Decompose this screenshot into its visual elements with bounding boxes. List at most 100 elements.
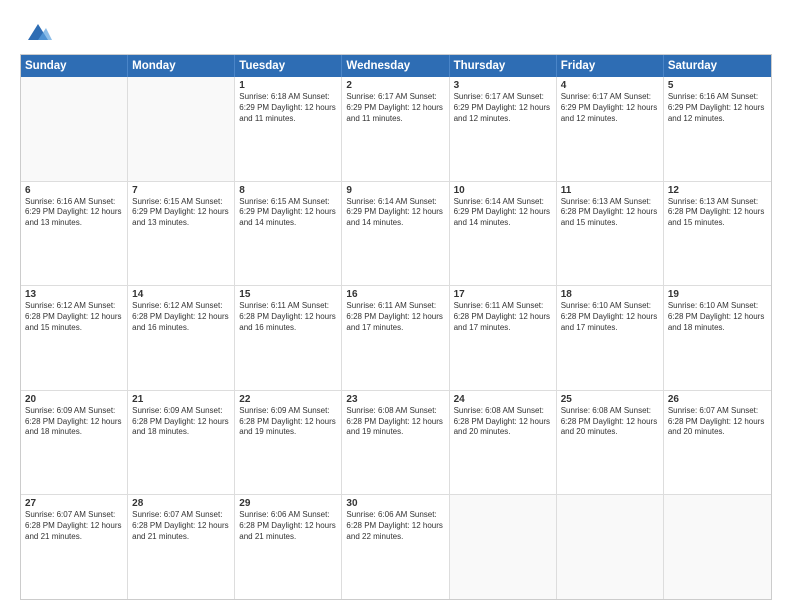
day-number: 4 xyxy=(561,80,659,91)
cal-cell: 12Sunrise: 6:13 AM Sunset: 6:28 PM Dayli… xyxy=(664,182,771,286)
cal-cell: 18Sunrise: 6:10 AM Sunset: 6:28 PM Dayli… xyxy=(557,286,664,390)
day-number: 18 xyxy=(561,289,659,300)
cal-cell: 6Sunrise: 6:16 AM Sunset: 6:29 PM Daylig… xyxy=(21,182,128,286)
calendar-header-row: SundayMondayTuesdayWednesdayThursdayFrid… xyxy=(21,55,771,77)
cal-header-cell: Tuesday xyxy=(235,55,342,77)
cell-text: Sunrise: 6:08 AM Sunset: 6:28 PM Dayligh… xyxy=(561,406,659,438)
cell-text: Sunrise: 6:13 AM Sunset: 6:28 PM Dayligh… xyxy=(668,197,767,229)
cal-cell: 21Sunrise: 6:09 AM Sunset: 6:28 PM Dayli… xyxy=(128,391,235,495)
logo xyxy=(20,18,52,46)
cal-cell: 15Sunrise: 6:11 AM Sunset: 6:28 PM Dayli… xyxy=(235,286,342,390)
cal-cell: 10Sunrise: 6:14 AM Sunset: 6:29 PM Dayli… xyxy=(450,182,557,286)
cell-text: Sunrise: 6:17 AM Sunset: 6:29 PM Dayligh… xyxy=(561,92,659,124)
cal-header-cell: Sunday xyxy=(21,55,128,77)
day-number: 21 xyxy=(132,394,230,405)
cal-cell: 7Sunrise: 6:15 AM Sunset: 6:29 PM Daylig… xyxy=(128,182,235,286)
calendar-body: 1Sunrise: 6:18 AM Sunset: 6:29 PM Daylig… xyxy=(21,77,771,599)
cal-row: 20Sunrise: 6:09 AM Sunset: 6:28 PM Dayli… xyxy=(21,391,771,496)
cal-cell xyxy=(664,495,771,599)
cell-text: Sunrise: 6:18 AM Sunset: 6:29 PM Dayligh… xyxy=(239,92,337,124)
header xyxy=(20,18,772,46)
cal-cell xyxy=(128,77,235,181)
cal-header-cell: Saturday xyxy=(664,55,771,77)
calendar: SundayMondayTuesdayWednesdayThursdayFrid… xyxy=(20,54,772,600)
cell-text: Sunrise: 6:06 AM Sunset: 6:28 PM Dayligh… xyxy=(346,510,444,542)
cell-text: Sunrise: 6:11 AM Sunset: 6:28 PM Dayligh… xyxy=(346,301,444,333)
cal-cell: 28Sunrise: 6:07 AM Sunset: 6:28 PM Dayli… xyxy=(128,495,235,599)
cell-text: Sunrise: 6:14 AM Sunset: 6:29 PM Dayligh… xyxy=(454,197,552,229)
cal-cell: 2Sunrise: 6:17 AM Sunset: 6:29 PM Daylig… xyxy=(342,77,449,181)
cell-text: Sunrise: 6:09 AM Sunset: 6:28 PM Dayligh… xyxy=(132,406,230,438)
cell-text: Sunrise: 6:13 AM Sunset: 6:28 PM Dayligh… xyxy=(561,197,659,229)
day-number: 9 xyxy=(346,185,444,196)
page: SundayMondayTuesdayWednesdayThursdayFrid… xyxy=(0,0,792,612)
day-number: 24 xyxy=(454,394,552,405)
cal-cell: 26Sunrise: 6:07 AM Sunset: 6:28 PM Dayli… xyxy=(664,391,771,495)
day-number: 10 xyxy=(454,185,552,196)
cell-text: Sunrise: 6:14 AM Sunset: 6:29 PM Dayligh… xyxy=(346,197,444,229)
day-number: 22 xyxy=(239,394,337,405)
day-number: 14 xyxy=(132,289,230,300)
cal-cell: 29Sunrise: 6:06 AM Sunset: 6:28 PM Dayli… xyxy=(235,495,342,599)
cell-text: Sunrise: 6:09 AM Sunset: 6:28 PM Dayligh… xyxy=(239,406,337,438)
cell-text: Sunrise: 6:07 AM Sunset: 6:28 PM Dayligh… xyxy=(668,406,767,438)
cal-cell: 24Sunrise: 6:08 AM Sunset: 6:28 PM Dayli… xyxy=(450,391,557,495)
cell-text: Sunrise: 6:10 AM Sunset: 6:28 PM Dayligh… xyxy=(668,301,767,333)
cal-cell xyxy=(21,77,128,181)
cal-cell: 8Sunrise: 6:15 AM Sunset: 6:29 PM Daylig… xyxy=(235,182,342,286)
cell-text: Sunrise: 6:16 AM Sunset: 6:29 PM Dayligh… xyxy=(25,197,123,229)
day-number: 15 xyxy=(239,289,337,300)
cell-text: Sunrise: 6:12 AM Sunset: 6:28 PM Dayligh… xyxy=(132,301,230,333)
cell-text: Sunrise: 6:09 AM Sunset: 6:28 PM Dayligh… xyxy=(25,406,123,438)
cal-cell: 20Sunrise: 6:09 AM Sunset: 6:28 PM Dayli… xyxy=(21,391,128,495)
day-number: 1 xyxy=(239,80,337,91)
day-number: 27 xyxy=(25,498,123,509)
cal-header-cell: Friday xyxy=(557,55,664,77)
cal-row: 13Sunrise: 6:12 AM Sunset: 6:28 PM Dayli… xyxy=(21,286,771,391)
cal-row: 1Sunrise: 6:18 AM Sunset: 6:29 PM Daylig… xyxy=(21,77,771,182)
day-number: 20 xyxy=(25,394,123,405)
day-number: 25 xyxy=(561,394,659,405)
cal-header-cell: Thursday xyxy=(450,55,557,77)
cal-cell: 27Sunrise: 6:07 AM Sunset: 6:28 PM Dayli… xyxy=(21,495,128,599)
cal-cell: 9Sunrise: 6:14 AM Sunset: 6:29 PM Daylig… xyxy=(342,182,449,286)
cal-cell: 3Sunrise: 6:17 AM Sunset: 6:29 PM Daylig… xyxy=(450,77,557,181)
day-number: 28 xyxy=(132,498,230,509)
day-number: 12 xyxy=(668,185,767,196)
cal-cell: 11Sunrise: 6:13 AM Sunset: 6:28 PM Dayli… xyxy=(557,182,664,286)
cell-text: Sunrise: 6:17 AM Sunset: 6:29 PM Dayligh… xyxy=(346,92,444,124)
day-number: 26 xyxy=(668,394,767,405)
cell-text: Sunrise: 6:11 AM Sunset: 6:28 PM Dayligh… xyxy=(454,301,552,333)
cell-text: Sunrise: 6:07 AM Sunset: 6:28 PM Dayligh… xyxy=(25,510,123,542)
cal-header-cell: Monday xyxy=(128,55,235,77)
day-number: 19 xyxy=(668,289,767,300)
cal-cell: 1Sunrise: 6:18 AM Sunset: 6:29 PM Daylig… xyxy=(235,77,342,181)
day-number: 16 xyxy=(346,289,444,300)
day-number: 17 xyxy=(454,289,552,300)
cell-text: Sunrise: 6:08 AM Sunset: 6:28 PM Dayligh… xyxy=(454,406,552,438)
cal-cell: 13Sunrise: 6:12 AM Sunset: 6:28 PM Dayli… xyxy=(21,286,128,390)
day-number: 6 xyxy=(25,185,123,196)
cell-text: Sunrise: 6:17 AM Sunset: 6:29 PM Dayligh… xyxy=(454,92,552,124)
cell-text: Sunrise: 6:15 AM Sunset: 6:29 PM Dayligh… xyxy=(132,197,230,229)
cal-row: 27Sunrise: 6:07 AM Sunset: 6:28 PM Dayli… xyxy=(21,495,771,599)
cal-cell xyxy=(450,495,557,599)
cell-text: Sunrise: 6:06 AM Sunset: 6:28 PM Dayligh… xyxy=(239,510,337,542)
cal-cell: 4Sunrise: 6:17 AM Sunset: 6:29 PM Daylig… xyxy=(557,77,664,181)
cal-cell: 14Sunrise: 6:12 AM Sunset: 6:28 PM Dayli… xyxy=(128,286,235,390)
day-number: 5 xyxy=(668,80,767,91)
cal-cell: 16Sunrise: 6:11 AM Sunset: 6:28 PM Dayli… xyxy=(342,286,449,390)
day-number: 23 xyxy=(346,394,444,405)
cal-cell: 5Sunrise: 6:16 AM Sunset: 6:29 PM Daylig… xyxy=(664,77,771,181)
cal-cell: 30Sunrise: 6:06 AM Sunset: 6:28 PM Dayli… xyxy=(342,495,449,599)
logo-icon xyxy=(24,18,52,46)
cell-text: Sunrise: 6:07 AM Sunset: 6:28 PM Dayligh… xyxy=(132,510,230,542)
day-number: 2 xyxy=(346,80,444,91)
cal-cell: 22Sunrise: 6:09 AM Sunset: 6:28 PM Dayli… xyxy=(235,391,342,495)
cell-text: Sunrise: 6:08 AM Sunset: 6:28 PM Dayligh… xyxy=(346,406,444,438)
day-number: 29 xyxy=(239,498,337,509)
cell-text: Sunrise: 6:16 AM Sunset: 6:29 PM Dayligh… xyxy=(668,92,767,124)
cell-text: Sunrise: 6:12 AM Sunset: 6:28 PM Dayligh… xyxy=(25,301,123,333)
day-number: 13 xyxy=(25,289,123,300)
cell-text: Sunrise: 6:10 AM Sunset: 6:28 PM Dayligh… xyxy=(561,301,659,333)
